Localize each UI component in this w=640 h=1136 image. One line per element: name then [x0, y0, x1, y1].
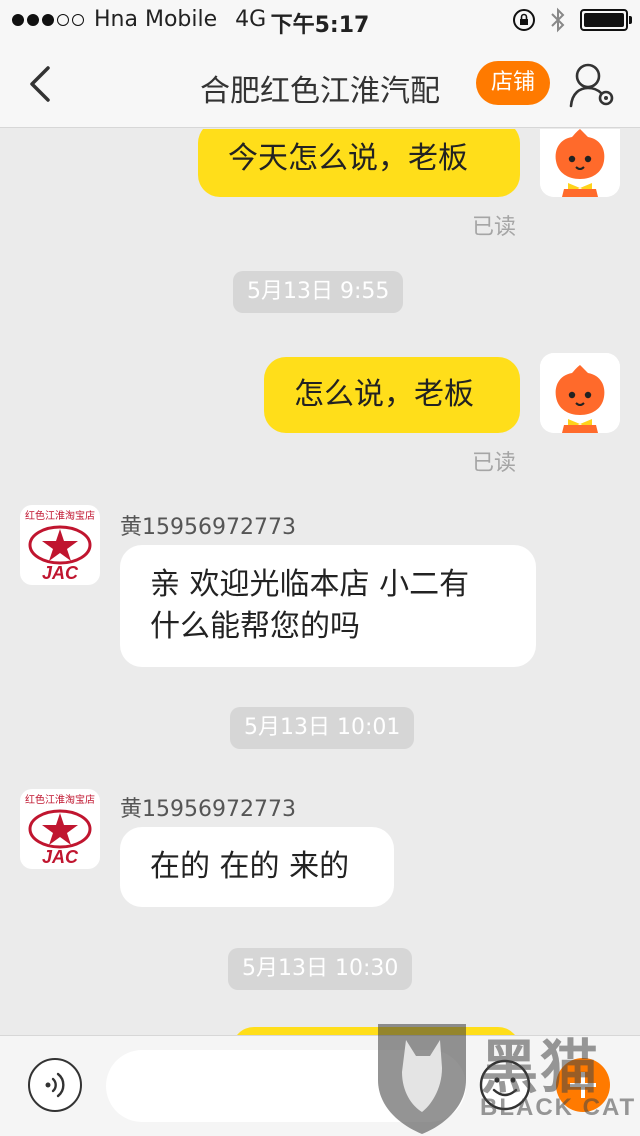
emoji-icon[interactable]: [478, 1058, 532, 1112]
my-message-bubble[interactable]: 今天怎么说，老板: [198, 129, 520, 197]
orange-mascot-icon: [540, 353, 620, 433]
status-right: [512, 7, 632, 33]
shop-avatar[interactable]: 红色江淮淘宝店 JAC: [20, 505, 100, 585]
sender-name: 黄15956972773: [120, 797, 296, 822]
message-text: 怎么说，老板: [294, 377, 474, 412]
timestamp-divider: 5月13日 10:30: [228, 948, 413, 990]
shop-avatar[interactable]: 红色江淮淘宝店 JAC: [20, 789, 100, 869]
chat-title: 合肥红色江淮汽配: [200, 74, 440, 109]
my-avatar[interactable]: [540, 129, 620, 197]
user-settings-icon[interactable]: [568, 60, 616, 110]
message-text: 今天怎么说，老板: [228, 141, 468, 176]
battery-icon: [580, 9, 632, 31]
my-avatar[interactable]: [540, 353, 620, 433]
message-text-line-1: 亲 欢迎光临本店 小二有: [150, 567, 470, 602]
orange-mascot-icon: [540, 129, 620, 197]
status-bar: Hna Mobile 4G 下午5:17: [0, 0, 640, 40]
read-receipt: 已读: [472, 215, 517, 240]
timestamp-divider: 5月13日 10:01: [230, 707, 415, 749]
my-message-bubble-partial[interactable]: [232, 1027, 520, 1035]
avatar-brand: JAC: [41, 563, 78, 583]
shop-message-bubble[interactable]: 在的 在的 来的: [120, 827, 394, 907]
message-text-line-2: 什么能帮您的吗: [150, 609, 360, 644]
bluetooth-icon: [551, 7, 565, 33]
rotation-lock-icon: [513, 9, 535, 31]
my-message-bubble[interactable]: 怎么说，老板: [264, 357, 520, 433]
chat-header: 合肥红色江淮汽配 店铺: [0, 40, 640, 128]
plus-button[interactable]: [556, 1058, 610, 1112]
avatar-brand: JAC: [41, 847, 78, 867]
shop-message-bubble[interactable]: 亲 欢迎光临本店 小二有 什么能帮您的吗: [120, 545, 536, 667]
timestamp-divider: 5月13日 9:55: [233, 271, 404, 313]
read-receipt: 已读: [472, 451, 517, 476]
message-input[interactable]: [106, 1050, 466, 1122]
message-text: 在的 在的 来的: [150, 849, 350, 884]
voice-input-button[interactable]: [28, 1058, 82, 1112]
sender-name: 黄15956972773: [120, 515, 296, 540]
shop-button[interactable]: 店铺: [476, 61, 550, 105]
input-bar: [0, 1035, 640, 1136]
back-chevron-icon[interactable]: [22, 62, 62, 106]
voice-icon: [45, 1072, 65, 1098]
message-list[interactable]: 今天怎么说，老板 已读 5月13日 9:55 怎么说，老板 已读 红色江淮淘宝店…: [0, 129, 640, 1035]
